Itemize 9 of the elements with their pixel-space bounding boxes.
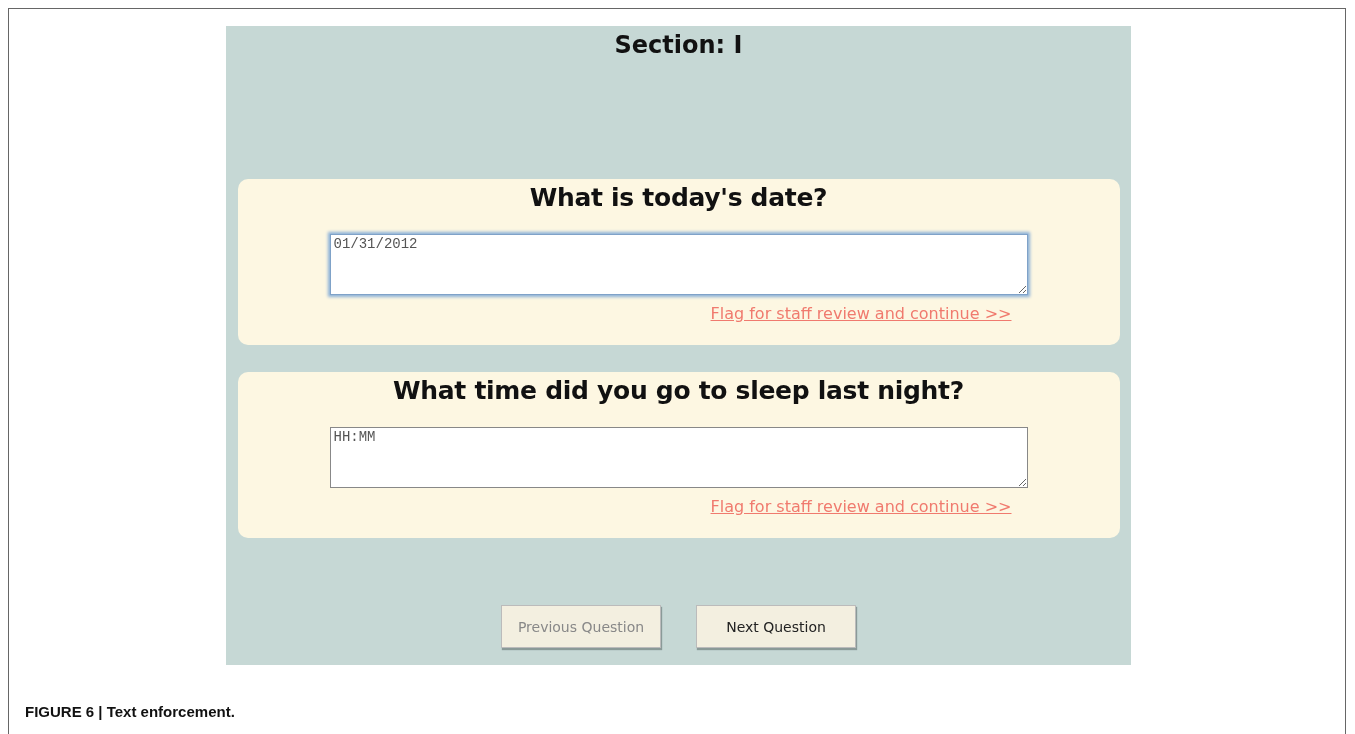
question-prompt: What is today's date? (529, 183, 828, 212)
flag-link[interactable]: Flag for staff review and continue >> (710, 497, 1012, 516)
section-title: Section: I (614, 31, 743, 61)
figure-caption: FIGURE 6 | Text enforcement. (25, 703, 236, 720)
question-prompt: What time did you go to sleep last night? (393, 376, 964, 405)
answer-field[interactable]: 01/31/2012 (329, 234, 1028, 295)
next-button[interactable]: Next Question (696, 605, 856, 648)
answer-field[interactable]: HH:MM (329, 427, 1028, 488)
flag-link[interactable]: Flag for staff review and continue >> (710, 304, 1012, 323)
